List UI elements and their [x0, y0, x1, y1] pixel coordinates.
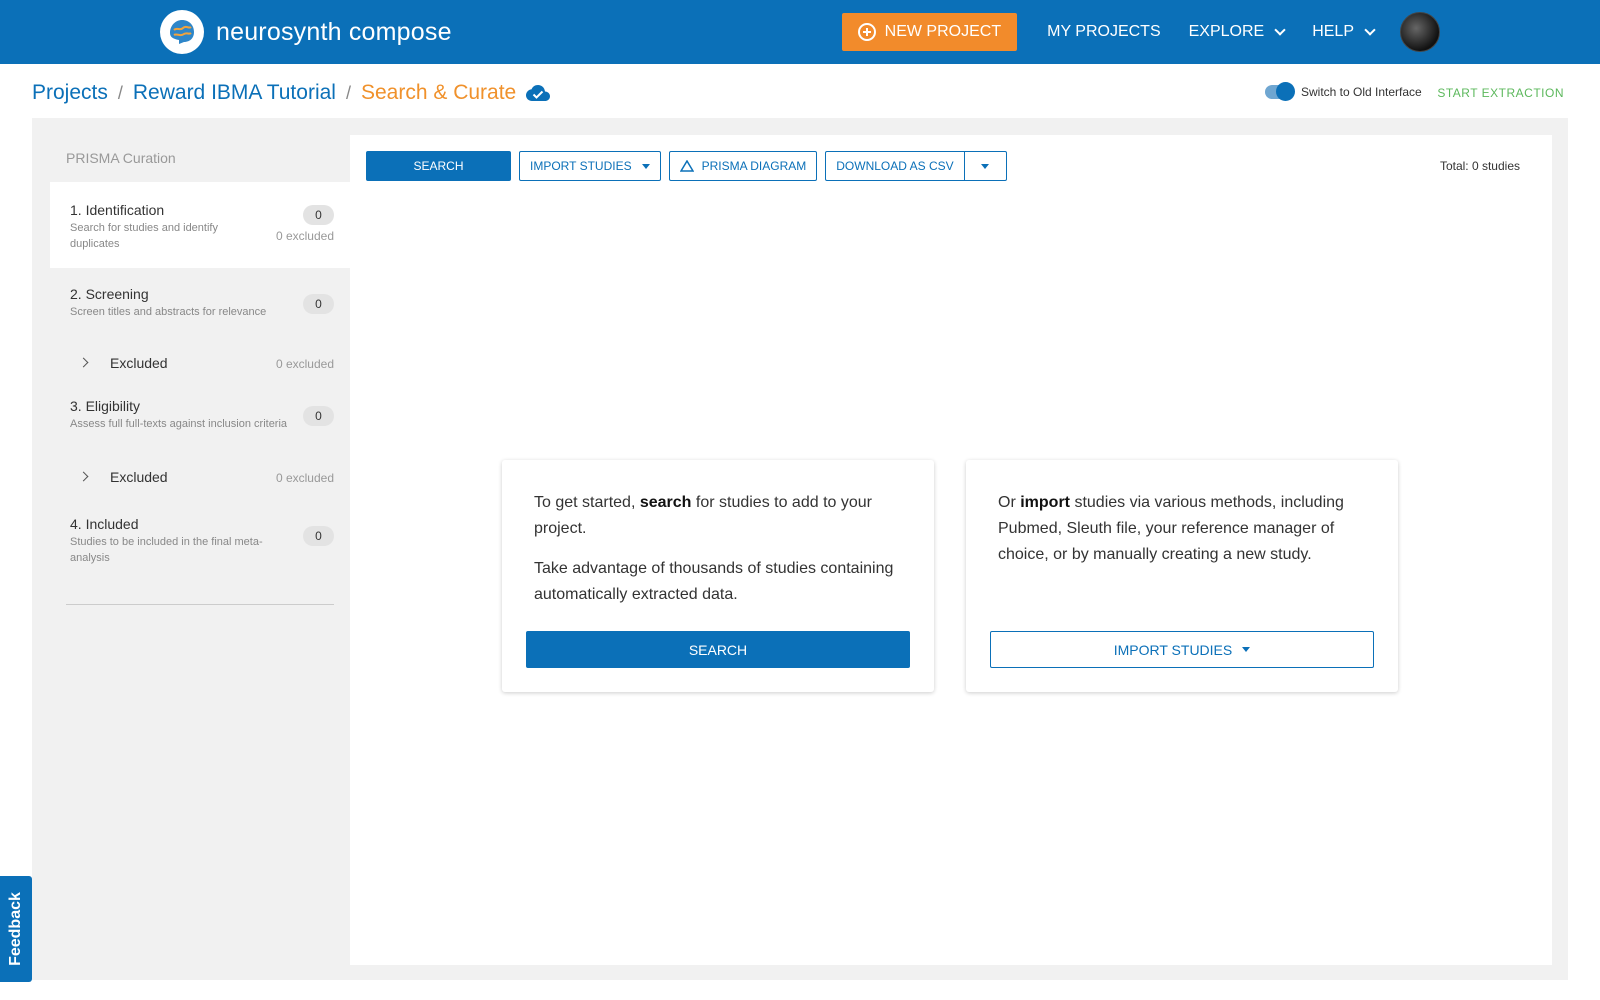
step-title: 1. Identification: [70, 202, 165, 218]
user-avatar[interactable]: [1400, 12, 1440, 52]
step-identification[interactable]: 1. Identification Search for studies and…: [50, 182, 350, 268]
step-count-badge: 0: [303, 294, 334, 314]
triangle-icon: [679, 160, 694, 172]
brain-logo-icon: [160, 10, 204, 54]
caret-down-icon: [641, 163, 650, 169]
import-card-text: Or import studies via various methods, i…: [998, 490, 1368, 568]
feedback-tab[interactable]: Feedback: [0, 876, 32, 982]
step-title: 3. Eligibility: [70, 398, 141, 414]
prisma-diagram-button[interactable]: PRISMA DIAGRAM: [668, 151, 818, 181]
download-options-toggle[interactable]: [963, 152, 1006, 180]
explore-label: EXPLORE: [1188, 23, 1265, 40]
help-menu[interactable]: HELP: [1312, 23, 1376, 41]
total-studies: Total: 0 studies: [1439, 159, 1520, 173]
search-card-text: To get started, search for studies to ad…: [534, 490, 904, 542]
import-card-pre: Or: [998, 494, 1021, 511]
import-studies-button[interactable]: IMPORT STUDIES: [519, 151, 661, 181]
caret-down-icon: [981, 163, 990, 169]
step-description: Search for studies and identify duplicat…: [70, 222, 218, 250]
prisma-diagram-label: PRISMA DIAGRAM: [701, 159, 807, 173]
step-title: 2. Screening: [70, 286, 149, 302]
caret-down-icon: [1242, 647, 1251, 652]
search-card-description: Take advantage of thousands of studies c…: [534, 560, 894, 603]
step-included[interactable]: 4. Included Studies to be included in th…: [50, 502, 350, 582]
step-count-badge: 0: [303, 526, 334, 546]
excluded-count: 0 excluded: [275, 357, 334, 371]
download-csv-button[interactable]: DOWNLOAD AS CSV: [826, 152, 963, 180]
brand-name: neurosynth compose: [216, 17, 452, 46]
search-button[interactable]: SEARCH: [366, 151, 511, 181]
old-interface-switch[interactable]: Switch to Old Interface: [1265, 82, 1422, 101]
main-nav: NEW PROJECT MY PROJECTS EXPLORE HELP: [841, 0, 1440, 64]
sidebar-divider: [66, 604, 334, 605]
breadcrumb-project[interactable]: Reward IBMA Tutorial: [133, 81, 336, 105]
top-navbar: neurosynth compose NEW PROJECT MY PROJEC…: [0, 0, 1600, 64]
excluded-label: Excluded: [110, 355, 168, 371]
step-screening[interactable]: 2. Screening Screen titles and abstracts…: [50, 270, 350, 330]
chevron-right-icon: [78, 357, 89, 368]
feedback-label: Feedback: [7, 892, 24, 966]
download-csv-split-button: DOWNLOAD AS CSV: [825, 151, 1007, 181]
content-panel: SEARCH IMPORT STUDIES PRISMA DIAGRAM DOW…: [350, 135, 1552, 965]
breadcrumb: Projects / Reward IBMA Tutorial / Search…: [32, 78, 551, 108]
breadcrumb-separator: /: [345, 82, 351, 103]
add-circle-icon: [857, 23, 876, 41]
search-card-pre: To get started,: [534, 494, 640, 511]
sidebar-title: PRISMA Curation: [66, 150, 176, 166]
breadcrumb-current: Search & Curate: [360, 81, 517, 104]
switch-label: Switch to Old Interface: [1301, 85, 1422, 99]
brand[interactable]: neurosynth compose: [160, 10, 452, 54]
new-project-button[interactable]: NEW PROJECT: [841, 13, 1018, 51]
chevron-down-icon: [1364, 24, 1376, 36]
step-description: Assess full full-texts against inclusion…: [70, 418, 288, 430]
my-projects-link[interactable]: MY PROJECTS: [1047, 23, 1161, 41]
step-count-badge: 0: [303, 406, 334, 426]
import-card-button-label: IMPORT STUDIES: [1113, 641, 1233, 658]
search-card: To get started, search for studies to ad…: [502, 460, 934, 692]
excluded-count: 0 excluded: [275, 471, 334, 485]
toggle-switch[interactable]: [1265, 82, 1295, 101]
step-count-badge: 0: [303, 205, 334, 225]
excluded-count: 0 excluded: [275, 229, 334, 243]
new-project-label: NEW PROJECT: [884, 23, 1002, 40]
import-card-bold: import: [1020, 494, 1070, 511]
eligibility-excluded-row[interactable]: Excluded 0 excluded: [50, 462, 350, 492]
step-description: Screen titles and abstracts for relevanc…: [70, 306, 267, 318]
chevron-right-icon: [78, 471, 89, 482]
step-description: Studies to be included in the final meta…: [70, 536, 263, 564]
screening-excluded-row[interactable]: Excluded 0 excluded: [50, 348, 350, 378]
chevron-down-icon: [1274, 24, 1286, 36]
curation-toolbar: SEARCH IMPORT STUDIES PRISMA DIAGRAM DOW…: [366, 151, 1007, 181]
search-card-bold: search: [639, 494, 692, 511]
import-studies-label: IMPORT STUDIES: [530, 159, 632, 173]
import-card-button[interactable]: IMPORT STUDIES: [990, 631, 1374, 668]
step-title: 4. Included: [70, 516, 139, 532]
help-label: HELP: [1312, 23, 1354, 40]
cloud-done-icon: [526, 85, 551, 101]
import-card: Or import studies via various methods, i…: [966, 460, 1398, 692]
search-card-button[interactable]: SEARCH: [526, 631, 910, 668]
excluded-label: Excluded: [110, 469, 168, 485]
breadcrumb-projects[interactable]: Projects: [32, 81, 108, 105]
breadcrumb-separator: /: [117, 82, 123, 103]
explore-menu[interactable]: EXPLORE: [1188, 23, 1286, 41]
start-extraction-button[interactable]: START EXTRACTION: [1437, 86, 1564, 100]
step-eligibility[interactable]: 3. Eligibility Assess full full-texts ag…: [50, 384, 350, 444]
